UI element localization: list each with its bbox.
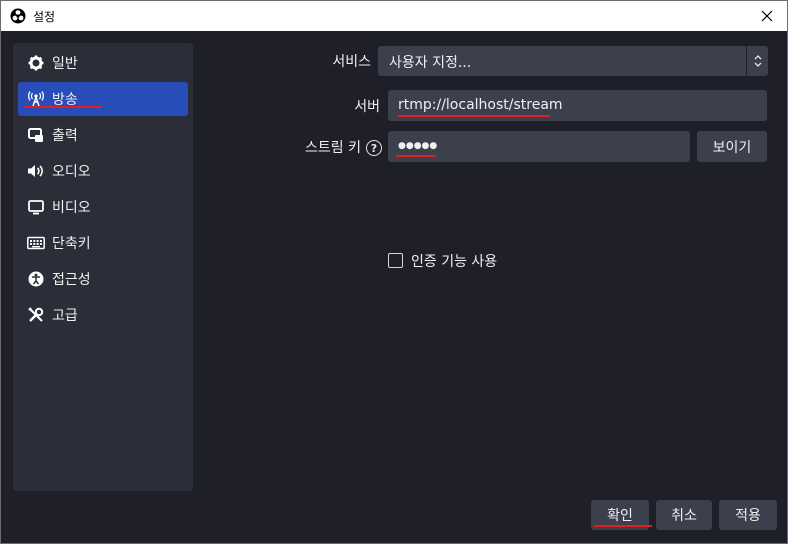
sidebar-item-audio[interactable]: 오디오 [18,154,188,188]
server-highlight-underline [398,115,550,117]
monitor-icon [27,198,45,216]
close-button[interactable] [747,1,787,31]
sidebar-item-general[interactable]: 일반 [18,46,188,80]
gear-icon [27,54,45,72]
sidebar-item-label: 단축키 [52,236,91,252]
sidebar-item-stream[interactable]: 방송 [18,82,188,116]
sidebar-item-label: 출력 [52,128,78,144]
service-select[interactable]: 사용자 지정... [378,46,768,76]
accessibility-icon [27,270,45,288]
stream-highlight-underline [24,106,102,108]
ok-highlight-underline [594,525,652,527]
help-icon[interactable]: ? [366,140,382,156]
title-bar: 설정 [1,1,787,31]
settings-content: 일반 방송 출력 오디오 비디오 단축키 접근성 고급 서비스 사용자 지정..… [1,31,787,543]
sidebar-item-hotkeys[interactable]: 단축키 [18,226,188,260]
tools-icon [27,306,45,324]
updown-arrows-icon [746,46,768,76]
sidebar-item-label: 접근성 [52,272,91,288]
sidebar-item-label: 고급 [52,308,78,324]
show-key-button[interactable]: 보이기 [697,131,767,162]
window-title: 설정 [33,10,56,24]
output-icon [27,126,45,144]
sidebar-item-accessibility[interactable]: 접근성 [18,262,188,296]
sidebar-item-label: 오디오 [52,164,91,180]
sidebar-item-output[interactable]: 출력 [18,118,188,152]
speaker-icon [27,162,45,180]
settings-sidebar: 일반 방송 출력 오디오 비디오 단축키 접근성 고급 [13,43,193,491]
obs-logo-icon [10,8,26,24]
apply-button[interactable]: 적용 [719,500,777,530]
sidebar-item-video[interactable]: 비디오 [18,190,188,224]
sidebar-item-advanced[interactable]: 고급 [18,298,188,332]
stream-key-input[interactable]: ●●●●● [388,131,690,162]
auth-checkbox[interactable] [388,253,403,268]
server-input-value: rtmp://localhost/stream [398,97,563,113]
sidebar-item-label: 일반 [52,56,78,72]
sidebar-item-label: 비디오 [52,200,91,216]
service-select-value: 사용자 지정... [389,55,472,71]
stream-key-label: 스트림 키 [305,140,361,156]
service-label: 서비스 [332,54,371,70]
server-label: 서버 [354,99,380,115]
auth-checkbox-label[interactable]: 인증 기능 사용 [411,251,497,271]
stream-key-value: ●●●●● [398,141,438,151]
stream-key-highlight-underline [396,155,436,157]
settings-window: 설정 일반 방송 출력 오디오 비디오 단축키 접근성 고급 서비스 사용자 지… [0,0,788,544]
cancel-button[interactable]: 취소 [656,500,712,530]
close-icon [761,10,773,22]
keyboard-icon [27,234,45,252]
